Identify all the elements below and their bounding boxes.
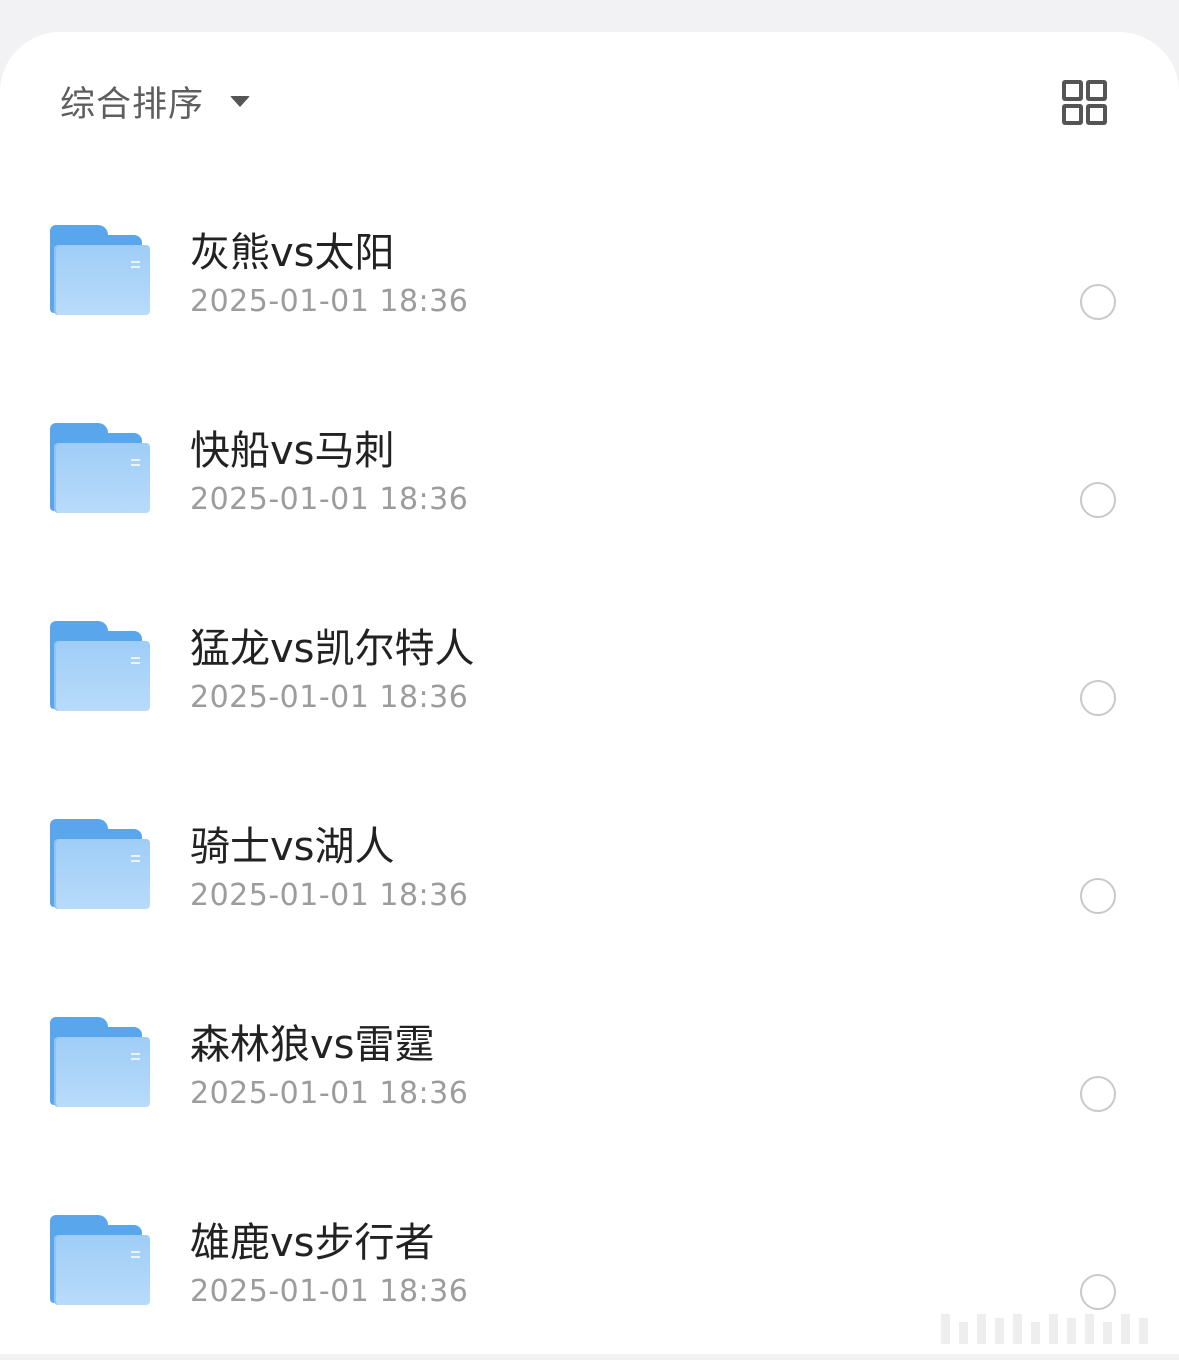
toolbar: 综合排序 [0, 32, 1179, 172]
caret-down-icon [230, 95, 251, 107]
folder-name: 骑士vs湖人 [190, 824, 395, 870]
folder-icon [50, 1017, 150, 1107]
file-list: 灰熊vs太阳 2025-01-01 18:36 快船vs马刺 2025-01-0… [0, 172, 1179, 1360]
folder-date: 2025-01-01 18:36 [190, 878, 469, 913]
folder-date: 2025-01-01 18:36 [190, 284, 469, 319]
folder-date: 2025-01-01 18:36 [190, 1274, 469, 1309]
folder-name: 森林狼vs雷霆 [190, 1022, 435, 1068]
folder-icon [50, 819, 150, 909]
folder-icon [50, 423, 150, 513]
select-radio[interactable] [1080, 878, 1116, 914]
select-radio[interactable] [1080, 482, 1116, 518]
list-item[interactable]: 雄鹿vs步行者 2025-01-01 18:36 [0, 1162, 1179, 1360]
folder-name: 灰熊vs太阳 [190, 230, 395, 276]
folder-icon [50, 1215, 150, 1305]
select-radio[interactable] [1080, 1274, 1116, 1310]
grid-view-icon[interactable] [1062, 80, 1108, 126]
file-list-sheet: 综合排序 灰熊vs太阳 2025-01-01 18:36 快船vs马刺 2025… [0, 32, 1179, 1354]
folder-name: 快船vs马刺 [190, 428, 395, 474]
folder-name: 雄鹿vs步行者 [190, 1220, 435, 1266]
folder-date: 2025-01-01 18:36 [190, 680, 469, 715]
list-item[interactable]: 森林狼vs雷霆 2025-01-01 18:36 [0, 964, 1179, 1162]
select-radio[interactable] [1080, 1076, 1116, 1112]
list-item[interactable]: 灰熊vs太阳 2025-01-01 18:36 [0, 172, 1179, 370]
sort-dropdown[interactable]: 综合排序 [60, 76, 251, 126]
select-radio[interactable] [1080, 680, 1116, 716]
list-item[interactable]: 快船vs马刺 2025-01-01 18:36 [0, 370, 1179, 568]
select-radio[interactable] [1080, 284, 1116, 320]
list-item[interactable]: 骑士vs湖人 2025-01-01 18:36 [0, 766, 1179, 964]
sort-label: 综合排序 [60, 84, 205, 125]
list-item[interactable]: 猛龙vs凯尔特人 2025-01-01 18:36 [0, 568, 1179, 766]
folder-icon [50, 225, 150, 315]
folder-icon [50, 621, 150, 711]
folder-date: 2025-01-01 18:36 [190, 1076, 469, 1111]
folder-name: 猛龙vs凯尔特人 [190, 626, 475, 672]
folder-date: 2025-01-01 18:36 [190, 482, 469, 517]
